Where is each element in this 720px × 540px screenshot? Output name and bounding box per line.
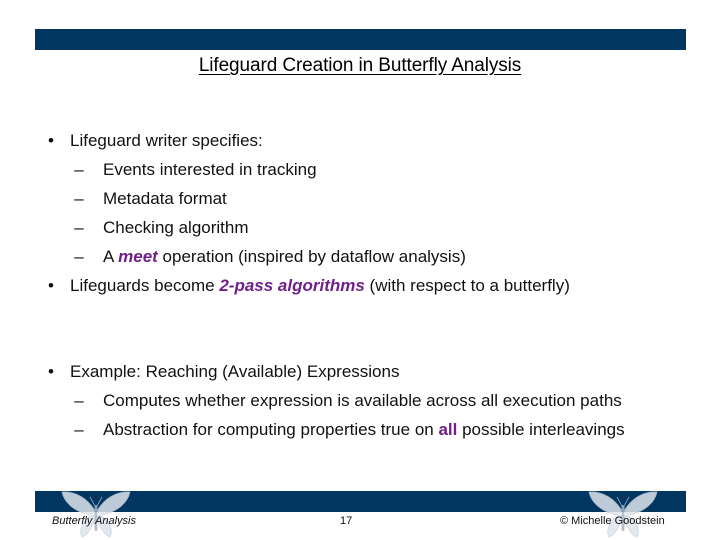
text-post: possible interleavings bbox=[457, 420, 625, 439]
page-number: 17 bbox=[340, 515, 353, 527]
header-bar bbox=[35, 29, 686, 50]
text-pre: A bbox=[103, 247, 119, 266]
footer-title: Butterfly Analysis bbox=[52, 515, 136, 527]
dash-mark: – bbox=[74, 391, 84, 410]
dash-mark: – bbox=[74, 160, 84, 179]
bullet-3-text: Example: Reaching (Available) Expression… bbox=[70, 362, 400, 381]
dash-mark: – bbox=[74, 189, 84, 208]
bullet-1-text: Lifeguard writer specifies: bbox=[70, 131, 263, 150]
sub-bullet-meet: A meet operation (inspired by dataflow a… bbox=[103, 247, 466, 267]
sub-bullet-metadata: Metadata format bbox=[103, 189, 227, 208]
text-post: (with respect to a butterfly) bbox=[364, 276, 570, 295]
footer-copyright: © Michelle Goodstein bbox=[560, 515, 665, 527]
emphasis-2-pass: 2-pass algorithms bbox=[219, 276, 365, 295]
sub-bullet-computes: Computes whether expression is available… bbox=[103, 391, 622, 410]
text-post: operation (inspired by dataflow analysis… bbox=[157, 247, 466, 266]
dash-mark: – bbox=[74, 218, 84, 237]
sub-bullet-abstraction: Abstraction for computing properties tru… bbox=[103, 420, 625, 440]
dash-mark: – bbox=[74, 420, 84, 439]
sub-bullet-checking: Checking algorithm bbox=[103, 218, 249, 237]
sub-bullet-events: Events interested in tracking bbox=[103, 160, 317, 179]
emphasis-meet: meet bbox=[118, 247, 158, 266]
text-pre: Abstraction for computing properties tru… bbox=[103, 420, 439, 439]
dash-mark: – bbox=[74, 247, 84, 266]
emphasis-all: all bbox=[438, 420, 458, 439]
bullet-mark: • bbox=[48, 276, 54, 295]
bullet-2-text: Lifeguards become 2-pass algorithms (wit… bbox=[70, 276, 570, 296]
text-pre: Lifeguards become bbox=[70, 276, 220, 295]
bullet-mark: • bbox=[48, 131, 54, 150]
bullet-mark: • bbox=[48, 362, 54, 381]
slide-title: Lifeguard Creation in Butterfly Analysis bbox=[198, 55, 522, 76]
